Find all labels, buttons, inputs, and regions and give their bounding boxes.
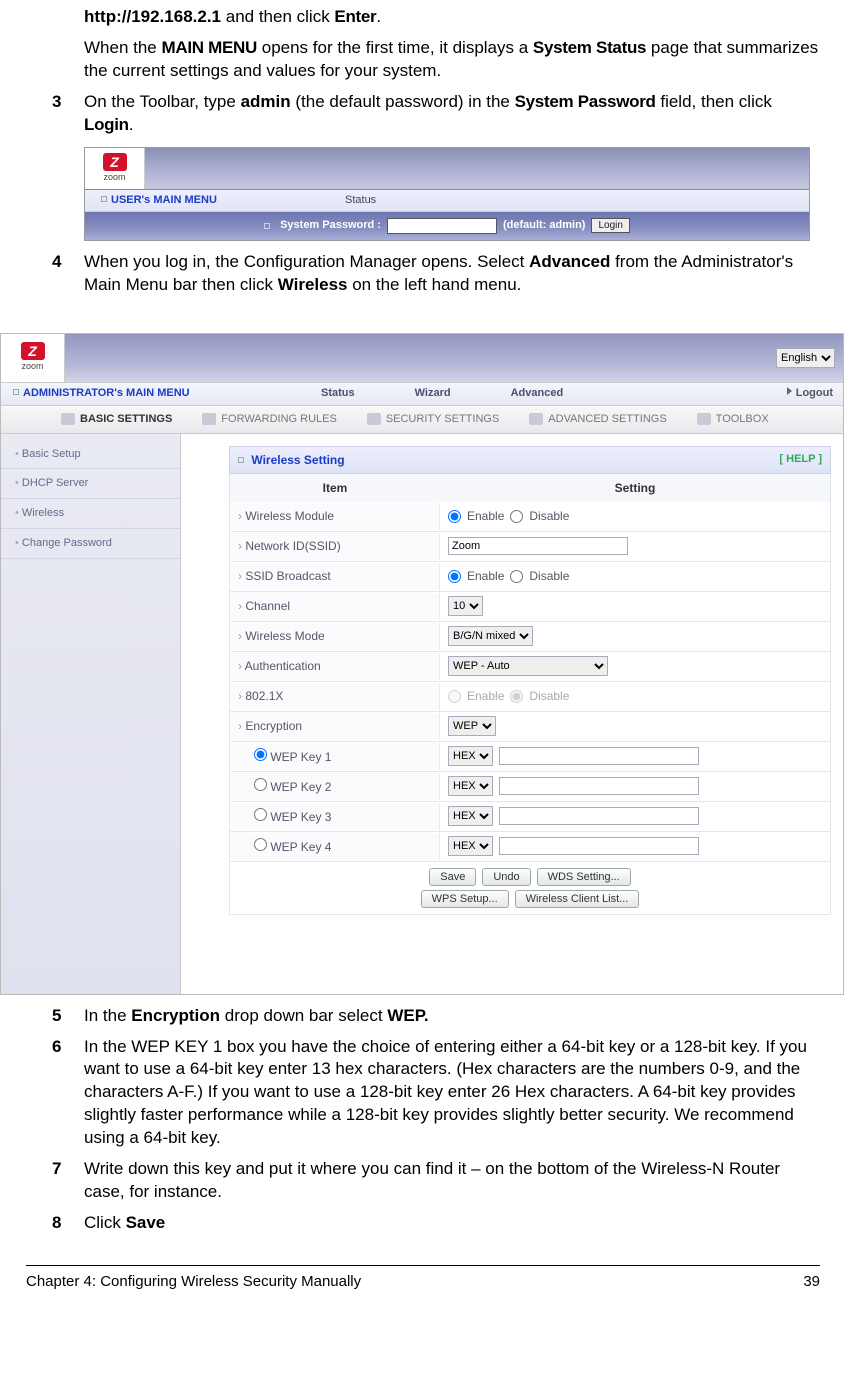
step-7: 7 Write down this key and put it where y…	[52, 1158, 820, 1204]
row-ssid: Network ID(SSID)	[230, 533, 440, 559]
tab-forwarding-rules[interactable]: FORWARDING RULES	[202, 412, 337, 427]
url-text: http://192.168.2.1	[84, 7, 221, 26]
sidebar-item-wireless[interactable]: Wireless	[1, 499, 180, 529]
step-4: 4 When you log in, the Configuration Man…	[52, 251, 820, 297]
ssid-broadcast-enable[interactable]	[448, 570, 461, 583]
zoom-logo: Z zoom	[85, 148, 145, 189]
wep-key-3-input[interactable]	[499, 807, 699, 825]
nav-status[interactable]: Status	[321, 386, 355, 401]
wep-key-3-format[interactable]: HEX	[448, 806, 493, 826]
nav-wizard[interactable]: Wizard	[415, 386, 451, 401]
step-8: 8 Click Save	[52, 1212, 820, 1235]
tab-basic-settings[interactable]: BASIC SETTINGS	[61, 412, 172, 427]
nav-logout[interactable]: Logout	[787, 386, 843, 401]
row-wireless-mode: Wireless Mode	[230, 623, 440, 649]
wps-setup-button[interactable]: WPS Setup...	[421, 890, 509, 908]
undo-button[interactable]: Undo	[482, 868, 530, 886]
authentication-select[interactable]: WEP - Auto	[448, 656, 608, 676]
row-802-1x: 802.1X	[230, 683, 440, 709]
wireless-client-list-button[interactable]: Wireless Client List...	[515, 890, 640, 908]
wireless-module-enable[interactable]	[448, 510, 461, 523]
ssid-broadcast-disable[interactable]	[510, 570, 523, 583]
wep-key-3-radio[interactable]	[254, 808, 267, 821]
tab-toolbox[interactable]: TOOLBOX	[697, 412, 769, 427]
advanced-icon	[529, 413, 543, 425]
row-encryption: Encryption	[230, 713, 440, 739]
admin-main-menu-label: ADMINISTRATOR's MAIN MENU	[1, 386, 321, 401]
language-select[interactable]: English	[776, 348, 835, 368]
encryption-select[interactable]: WEP	[448, 716, 496, 736]
nav-advanced[interactable]: Advanced	[511, 386, 564, 401]
dot1x-disable	[510, 690, 523, 703]
sidebar-item-change-password[interactable]: Change Password	[1, 529, 180, 559]
intro-continuation: http://192.168.2.1 and then click Enter.	[84, 6, 820, 29]
dot1x-enable	[448, 690, 461, 703]
row-ssid-broadcast: SSID Broadcast	[230, 563, 440, 589]
sidebar-item-dhcp-server[interactable]: DHCP Server	[1, 469, 180, 499]
row-channel: Channel	[230, 593, 440, 619]
save-button[interactable]: Save	[429, 868, 476, 886]
ssid-input[interactable]	[448, 537, 628, 555]
tab-security-settings[interactable]: SECURITY SETTINGS	[367, 412, 499, 427]
user-main-menu-label: USER's MAIN MENU	[85, 193, 345, 208]
step-6: 6 In the WEP KEY 1 box you have the choi…	[52, 1036, 820, 1151]
wep-key-1-radio[interactable]	[254, 748, 267, 761]
channel-select[interactable]: 10	[448, 596, 483, 616]
wireless-mode-select[interactable]: B/G/N mixed	[448, 626, 533, 646]
tab-advanced-settings[interactable]: ADVANCED SETTINGS	[529, 412, 666, 427]
help-link[interactable]: [ HELP ]	[779, 452, 822, 468]
forward-icon	[202, 413, 216, 425]
wep-key-2-input[interactable]	[499, 777, 699, 795]
wep-key-4-input[interactable]	[499, 837, 699, 855]
col-item: Item	[230, 474, 440, 502]
wep-key-2-radio[interactable]	[254, 778, 267, 791]
toolbox-icon	[697, 413, 711, 425]
row-wireless-module: Wireless Module	[230, 503, 440, 529]
page-footer: Chapter 4: Configuring Wireless Security…	[26, 1265, 820, 1292]
sidebar-item-basic-setup[interactable]: Basic Setup	[1, 440, 180, 470]
default-admin-hint: (default: admin)	[503, 218, 586, 233]
admin-screenshot: Z zoom English ADMINISTRATOR's MAIN MENU…	[0, 333, 844, 995]
section-header: Wireless Setting [ HELP ]	[229, 446, 831, 474]
sidebar: Basic Setup DHCP Server Wireless Change …	[1, 434, 181, 994]
login-button[interactable]: Login	[591, 218, 629, 233]
wep-key-1-input[interactable]	[499, 747, 699, 765]
system-password-input[interactable]	[387, 218, 497, 234]
status-label: Status	[345, 193, 376, 208]
system-password-label: System Password :	[280, 218, 381, 233]
wds-setting-button[interactable]: WDS Setting...	[537, 868, 631, 886]
intro-line2: When the MAIN MENU opens for the first t…	[84, 37, 820, 83]
login-screenshot: Z zoom USER's MAIN MENU Status System Pa…	[84, 147, 810, 241]
wep-key-4-format[interactable]: HEX	[448, 836, 493, 856]
wep-key-1-format[interactable]: HEX	[448, 746, 493, 766]
wireless-module-disable[interactable]	[510, 510, 523, 523]
wep-key-4-radio[interactable]	[254, 838, 267, 851]
security-icon	[367, 413, 381, 425]
step-3: 3 On the Toolbar, type admin (the defaul…	[52, 91, 820, 137]
step-5: 5 In the Encryption drop down bar select…	[52, 1005, 820, 1028]
basic-icon	[61, 413, 75, 425]
chapter-title: Chapter 4: Configuring Wireless Security…	[26, 1272, 361, 1292]
col-setting: Setting	[440, 474, 830, 502]
row-authentication: Authentication	[230, 653, 440, 679]
zoom-logo: Z zoom	[1, 334, 65, 382]
wep-key-2-format[interactable]: HEX	[448, 776, 493, 796]
page-number: 39	[803, 1272, 820, 1292]
